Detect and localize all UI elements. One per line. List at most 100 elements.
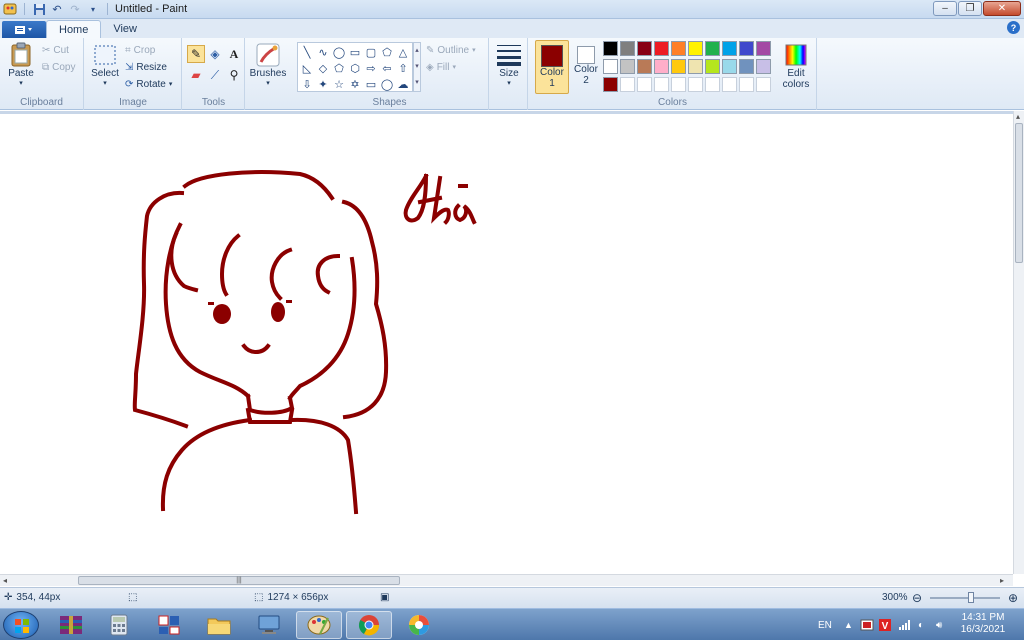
paste-button[interactable]: Paste ▾ [6, 42, 36, 87]
vertical-scrollbar[interactable]: ▴ [1013, 111, 1024, 574]
help-icon[interactable]: ? [1007, 21, 1020, 34]
triangle-shape-icon[interactable]: △ [395, 44, 411, 60]
palette-swatch[interactable] [671, 59, 686, 74]
file-explorer-icon[interactable] [196, 611, 242, 639]
chrome-icon[interactable] [346, 611, 392, 639]
tray-v-icon[interactable]: V [878, 609, 892, 640]
palette-swatch[interactable] [603, 41, 618, 56]
photo-app-icon[interactable] [396, 611, 442, 639]
down-arrow-shape-icon[interactable]: ⇩ [299, 76, 315, 92]
oval-callout-shape-icon[interactable]: ◯ [379, 76, 395, 92]
custom-color-slot[interactable] [620, 77, 635, 92]
polygon-shape-icon[interactable]: ⬠ [379, 44, 395, 60]
custom-color-slot[interactable] [671, 77, 686, 92]
action-center-icon[interactable]: ◐ [918, 609, 924, 640]
resize-button[interactable]: ⇲ Resize [125, 59, 167, 75]
palette-swatch[interactable] [637, 59, 652, 74]
tray-flag-icon[interactable] [860, 609, 874, 640]
scroll-right-icon[interactable]: ▸ [1000, 576, 1004, 585]
palette-swatch[interactable] [688, 59, 703, 74]
horizontal-scroll-thumb[interactable]: ||| [78, 576, 400, 585]
redo-icon[interactable]: ↷ [68, 2, 82, 16]
tab-home[interactable]: Home [46, 20, 102, 38]
copy-button[interactable]: ⧉ Copy [42, 59, 76, 75]
paint-app-icon[interactable] [3, 2, 17, 16]
custom-color-slot[interactable] [688, 77, 703, 92]
drawing-canvas[interactable] [0, 114, 1013, 574]
cloud-callout-shape-icon[interactable]: ☁ [395, 76, 411, 92]
line-shape-icon[interactable]: ╲ [299, 44, 315, 60]
undo-icon[interactable]: ↶ [50, 2, 64, 16]
zoom-slider-thumb[interactable] [968, 592, 974, 603]
select-button[interactable]: Select ▾ [89, 42, 121, 87]
shapes-scroll[interactable]: ▴ ▾ ▾ [413, 42, 421, 92]
customize-toolbar-icon[interactable]: ▾ [86, 2, 100, 16]
four-point-star-shape-icon[interactable]: ✦ [315, 76, 331, 92]
zoom-in-icon[interactable]: ⊕ [1008, 591, 1018, 605]
edit-colors-button[interactable]: Edit colors [779, 42, 813, 90]
eraser-icon[interactable]: ▰ [187, 66, 205, 84]
palette-swatch[interactable] [756, 59, 771, 74]
paint-menu-button[interactable] [2, 21, 46, 38]
horizontal-scrollbar[interactable]: ◂ ||| ▸ [0, 574, 1013, 586]
custom-color-slot[interactable] [654, 77, 669, 92]
calculator-icon[interactable] [96, 611, 142, 639]
save-icon[interactable] [32, 2, 46, 16]
custom-color-slot[interactable] [722, 77, 737, 92]
oval-shape-icon[interactable]: ◯ [331, 44, 347, 60]
palette-swatch[interactable] [722, 41, 737, 56]
start-button[interactable] [3, 611, 39, 639]
color1-button[interactable]: Color 1 [535, 40, 569, 94]
palette-swatch[interactable] [756, 41, 771, 56]
right-triangle-shape-icon[interactable]: ◺ [299, 60, 315, 76]
left-arrow-shape-icon[interactable]: ⇦ [379, 60, 395, 76]
maximize-button[interactable]: ❐ [958, 1, 982, 16]
scroll-up-icon[interactable]: ▴ [1016, 112, 1020, 121]
palette-swatch[interactable] [671, 41, 686, 56]
right-arrow-shape-icon[interactable]: ⇨ [363, 60, 379, 76]
rotate-button[interactable]: ⟳ Rotate ▾ [125, 76, 172, 92]
palette-swatch[interactable] [654, 59, 669, 74]
scroll-left-icon[interactable]: ◂ [3, 576, 7, 585]
paint-taskbar-icon[interactable] [296, 611, 342, 639]
rect-callout-shape-icon[interactable]: ▭ [363, 76, 379, 92]
minimize-button[interactable]: – [933, 1, 957, 16]
palette-swatch[interactable] [654, 41, 669, 56]
magnifier-icon[interactable]: ⚲ [225, 66, 243, 84]
pencil-icon[interactable]: ✎ [187, 45, 205, 63]
custom-color-swatch[interactable] [603, 77, 618, 92]
fill-button[interactable]: ◈ Fill ▾ [426, 59, 456, 75]
tab-view[interactable]: View [101, 20, 149, 38]
custom-color-slot[interactable] [637, 77, 652, 92]
pentagon-shape-icon[interactable]: ⬠ [331, 60, 347, 76]
palette-swatch[interactable] [620, 59, 635, 74]
diamond-shape-icon[interactable]: ◇ [315, 60, 331, 76]
six-point-star-shape-icon[interactable]: ✡ [347, 76, 363, 92]
palette-swatch[interactable] [637, 41, 652, 56]
fill-bucket-icon[interactable]: ◈ [206, 45, 224, 63]
cut-button[interactable]: ✂ Cut [42, 42, 69, 58]
vertical-scroll-thumb[interactable] [1015, 123, 1023, 263]
close-button[interactable]: ✕ [983, 1, 1021, 16]
palette-swatch[interactable] [705, 59, 720, 74]
hexagon-shape-icon[interactable]: ⬡ [347, 60, 363, 76]
custom-color-slot[interactable] [739, 77, 754, 92]
custom-color-slot[interactable] [705, 77, 720, 92]
size-button[interactable]: Size ▾ [494, 42, 524, 87]
show-hidden-icons-icon[interactable]: ▲ [844, 609, 853, 640]
rectangle-shape-icon[interactable]: ▭ [347, 44, 363, 60]
color-picker-icon[interactable]: ⟋ [206, 66, 224, 84]
custom-color-slot[interactable] [756, 77, 771, 92]
palette-swatch[interactable] [705, 41, 720, 56]
crop-button[interactable]: ⌗ Crop [125, 42, 155, 58]
rounded-rectangle-shape-icon[interactable]: ▢ [363, 44, 379, 60]
unikey-icon[interactable] [146, 611, 192, 639]
curve-shape-icon[interactable]: ∿ [315, 44, 331, 60]
clock[interactable]: 14:31 PM 16/3/2021 [960, 612, 1006, 636]
winrar-icon[interactable] [48, 611, 94, 639]
palette-swatch[interactable] [739, 59, 754, 74]
volume-icon[interactable]: 🔊︎ [936, 609, 942, 640]
palette-swatch[interactable] [603, 59, 618, 74]
brushes-button[interactable]: Brushes ▾ [250, 42, 286, 87]
palette-swatch[interactable] [688, 41, 703, 56]
